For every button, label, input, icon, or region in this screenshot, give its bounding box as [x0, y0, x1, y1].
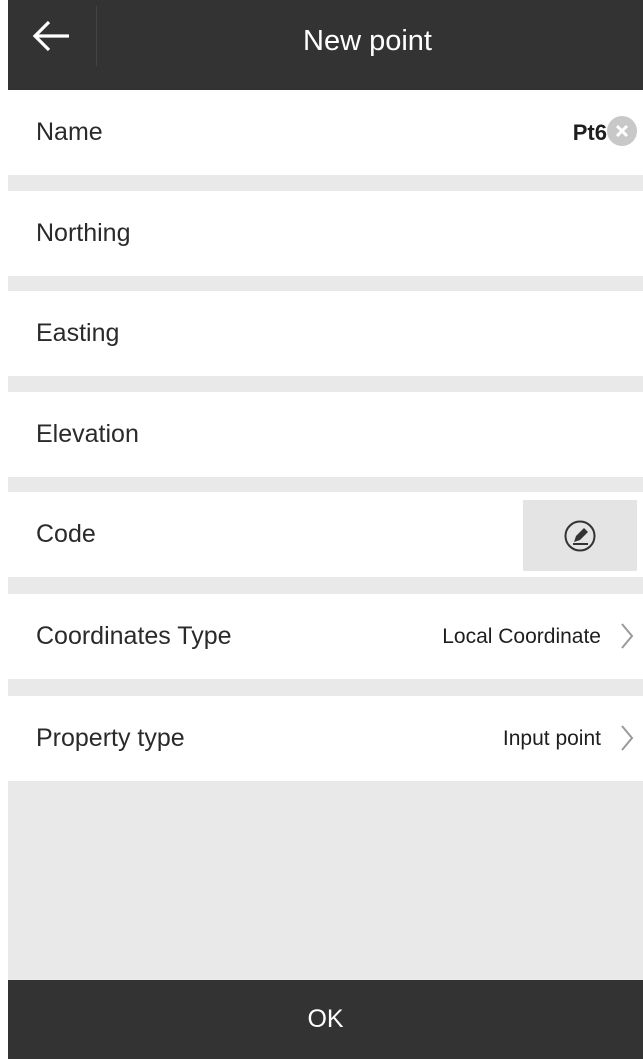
property-type-row[interactable]: Property type Input point [8, 696, 643, 781]
elevation-label: Elevation [36, 420, 139, 448]
arrow-left-icon [32, 20, 69, 52]
elevation-row[interactable]: Elevation [8, 392, 643, 477]
easting-label: Easting [36, 319, 120, 347]
page-title: New point [303, 24, 432, 57]
back-button[interactable] [8, 0, 94, 72]
northing-label: Northing [36, 219, 131, 247]
coordinates-type-row[interactable]: Coordinates Type Local Coordinate [8, 594, 643, 679]
northing-row[interactable]: Northing [8, 191, 643, 276]
name-label: Name [36, 118, 103, 146]
header-divider [96, 6, 97, 66]
coordinates-type-label: Coordinates Type [36, 622, 232, 650]
code-label: Code [36, 520, 96, 548]
easting-row[interactable]: Easting [8, 291, 643, 376]
property-type-value: Input point [502, 726, 601, 750]
property-type-label: Property type [36, 724, 185, 752]
name-input[interactable]: Pt6 [573, 120, 607, 146]
coordinates-type-value: Local Coordinate [442, 624, 601, 648]
clear-circle-icon[interactable] [607, 116, 637, 146]
ok-button[interactable]: OK [8, 980, 643, 1059]
pen-circle-icon [564, 520, 596, 551]
code-edit-button[interactable] [523, 500, 637, 571]
chevron-right-icon[interactable] [617, 723, 637, 753]
new-point-screen: New point Name Pt6 Northing Easting Elev… [8, 0, 643, 1059]
header-bar: New point [8, 0, 643, 90]
chevron-right-icon[interactable] [617, 621, 637, 651]
name-row[interactable]: Name Pt6 [8, 90, 643, 175]
code-row[interactable]: Code [8, 492, 643, 577]
